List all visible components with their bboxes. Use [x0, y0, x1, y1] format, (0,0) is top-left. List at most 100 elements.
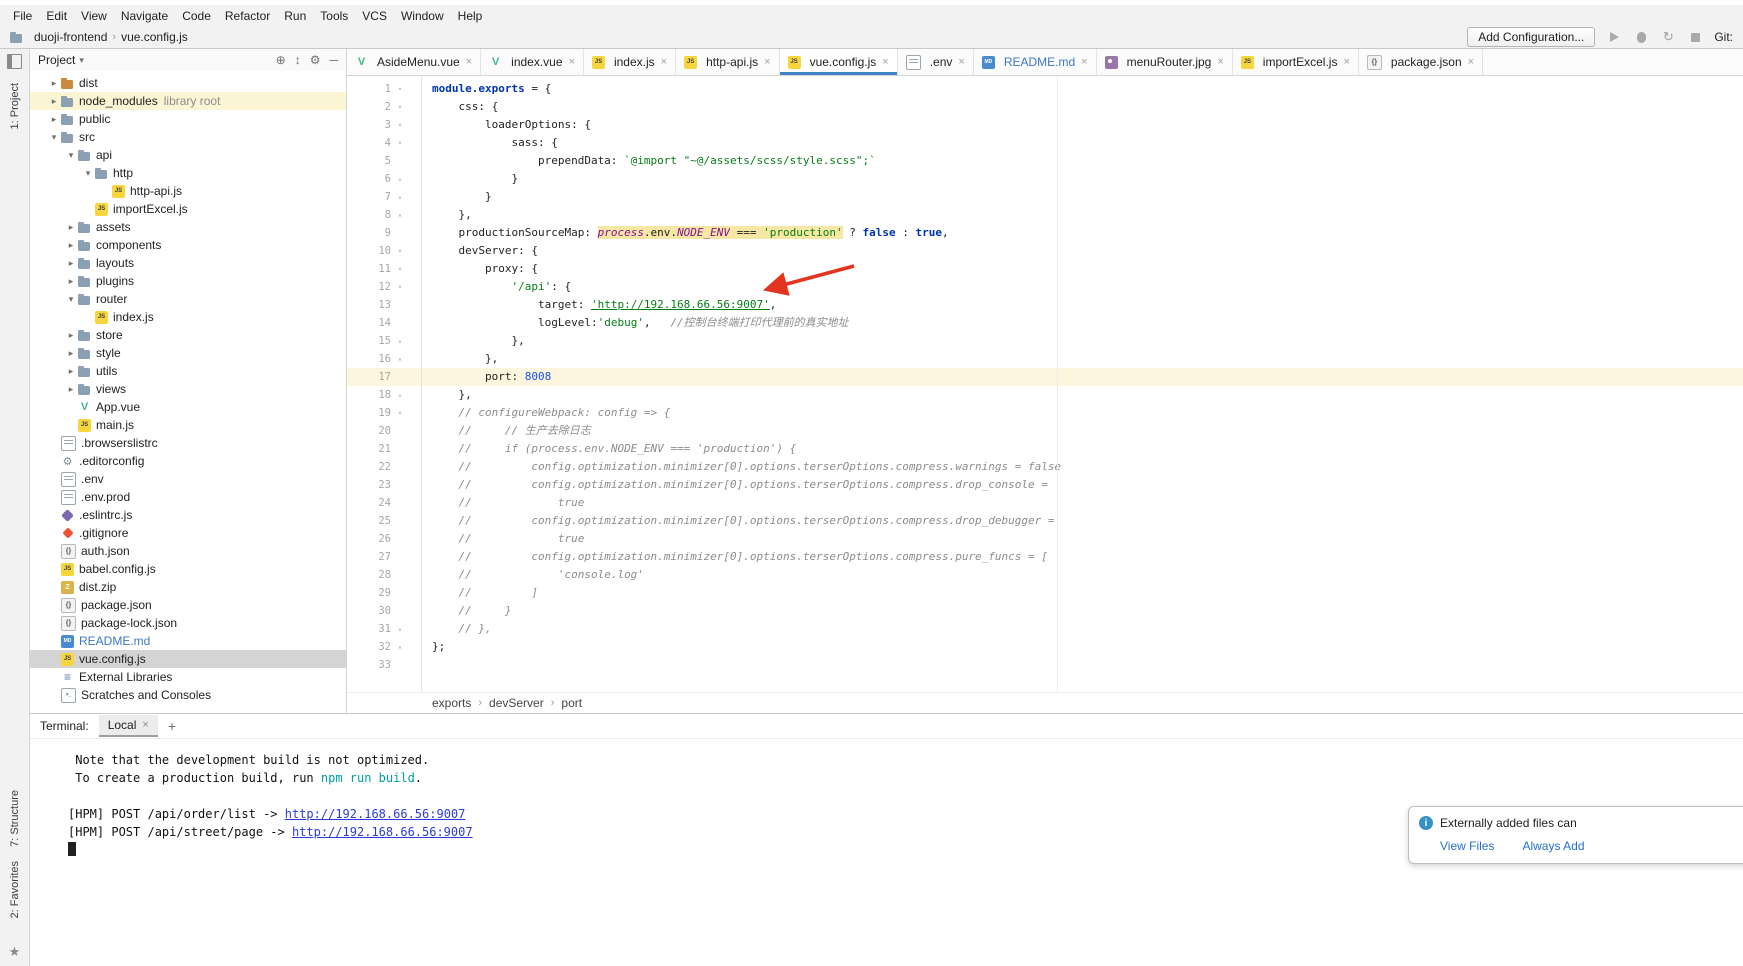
line-number[interactable]: 25 — [347, 515, 391, 527]
tree-item-.gitignore[interactable]: .gitignore — [30, 524, 346, 542]
tree-item-.env.prod[interactable]: .env.prod — [30, 488, 346, 506]
line-number[interactable]: 30 — [347, 605, 391, 617]
editor-tab-index.js[interactable]: index.js× — [584, 49, 676, 75]
chevron-right-icon[interactable]: ▸ — [64, 240, 78, 251]
line-number[interactable]: 32 — [347, 641, 391, 653]
tree-item-utils[interactable]: ▸utils — [30, 362, 346, 380]
editor-tab-vue.config.js[interactable]: vue.config.js× — [780, 49, 898, 75]
tree-item-scratches-and-consoles[interactable]: Scratches and Consoles — [30, 686, 346, 704]
tree-item-importexcel.js[interactable]: importExcel.js — [30, 200, 346, 218]
view-files-link[interactable]: View Files — [1440, 839, 1494, 853]
tree-item-external-libraries[interactable]: External Libraries — [30, 668, 346, 686]
close-icon[interactable]: × — [142, 719, 148, 731]
locate-file-icon[interactable]: ⊕ — [276, 53, 286, 67]
project-tool-window-icon[interactable] — [7, 54, 22, 69]
tree-item-views[interactable]: ▸views — [30, 380, 346, 398]
line-number[interactable]: 28 — [347, 569, 391, 581]
chevron-down-icon[interactable]: ▾ — [79, 55, 84, 66]
menu-item-refactor[interactable]: Refactor — [218, 9, 277, 23]
close-icon[interactable]: × — [882, 56, 888, 68]
fold-close-icon[interactable]: ▴ — [391, 391, 409, 399]
line-number[interactable]: 29 — [347, 587, 391, 599]
close-icon[interactable]: × — [1217, 56, 1223, 68]
code-editor[interactable]: 1▾2▾3▾4▾56▴7▴8▴910▾11▾12▾131415▴16▴1718▴… — [347, 76, 1743, 692]
tree-item-style[interactable]: ▸style — [30, 344, 346, 362]
close-icon[interactable]: × — [569, 56, 575, 68]
editor-tab-importexcel.js[interactable]: importExcel.js× — [1233, 49, 1359, 75]
fold-open-icon[interactable]: ▾ — [391, 103, 409, 111]
menu-item-edit[interactable]: Edit — [39, 9, 74, 23]
tree-item-.browserslistrc[interactable]: .browserslistrc — [30, 434, 346, 452]
tree-item-.eslintrc.js[interactable]: .eslintrc.js — [30, 506, 346, 524]
tree-item-http[interactable]: ▾http — [30, 164, 346, 182]
chevron-right-icon[interactable]: ▸ — [47, 96, 61, 107]
tree-item-babel.config.js[interactable]: babel.config.js — [30, 560, 346, 578]
tree-item-http-api.js[interactable]: http-api.js — [30, 182, 346, 200]
chevron-right-icon[interactable]: ▸ — [64, 222, 78, 233]
chevron-down-icon[interactable]: ▾ — [47, 132, 61, 143]
rerun-icon[interactable]: ↻ — [1660, 29, 1676, 45]
line-number[interactable]: 22 — [347, 461, 391, 473]
tree-item-index.js[interactable]: index.js — [30, 308, 346, 326]
close-icon[interactable]: × — [1468, 56, 1474, 68]
tree-item-main.js[interactable]: main.js — [30, 416, 346, 434]
tree-item-public[interactable]: ▸public — [30, 110, 346, 128]
fold-open-icon[interactable]: ▾ — [391, 265, 409, 273]
tool-window-button-2-favorites[interactable]: 2: Favorites — [9, 861, 21, 918]
line-number[interactable]: 15 — [347, 335, 391, 347]
editor-tab-asidemenu.vue[interactable]: AsideMenu.vue× — [347, 49, 481, 75]
tree-item-readme.md[interactable]: README.md — [30, 632, 346, 650]
line-number[interactable]: 26 — [347, 533, 391, 545]
menu-item-file[interactable]: File — [6, 9, 39, 23]
line-number[interactable]: 20 — [347, 425, 391, 437]
fold-open-icon[interactable]: ▾ — [391, 409, 409, 417]
fold-close-icon[interactable]: ▴ — [391, 337, 409, 345]
close-icon[interactable]: × — [661, 56, 667, 68]
hide-panel-icon[interactable]: ─ — [329, 53, 338, 67]
menu-item-tools[interactable]: Tools — [313, 9, 355, 23]
debug-icon[interactable] — [1633, 29, 1649, 45]
menu-item-vcs[interactable]: VCS — [355, 9, 394, 23]
line-number[interactable]: 16 — [347, 353, 391, 365]
chevron-down-icon[interactable]: ▾ — [64, 294, 78, 305]
chevron-right-icon[interactable]: ▸ — [47, 78, 61, 89]
line-number[interactable]: 1 — [347, 83, 391, 95]
line-number[interactable]: 9 — [347, 227, 391, 239]
chevron-down-icon[interactable]: ▾ — [64, 150, 78, 161]
chevron-right-icon[interactable]: ▸ — [64, 330, 78, 341]
fold-open-icon[interactable]: ▾ — [391, 85, 409, 93]
tool-window-button-1-project[interactable]: 1: Project — [9, 83, 21, 129]
editor-tab-readme.md[interactable]: README.md× — [974, 49, 1097, 75]
chevron-right-icon[interactable]: ▸ — [64, 348, 78, 359]
project-panel-title[interactable]: Project — [38, 53, 75, 67]
line-number[interactable]: 7 — [347, 191, 391, 203]
chevron-right-icon[interactable]: ▸ — [64, 276, 78, 287]
line-number[interactable]: 12 — [347, 281, 391, 293]
fold-open-icon[interactable]: ▾ — [391, 121, 409, 129]
line-number[interactable]: 5 — [347, 155, 391, 167]
tree-item-store[interactable]: ▸store — [30, 326, 346, 344]
line-number[interactable]: 27 — [347, 551, 391, 563]
breadcrumb-item-duoji-frontend[interactable]: duoji-frontend — [34, 30, 107, 44]
fold-close-icon[interactable]: ▴ — [391, 193, 409, 201]
tree-item-dist[interactable]: ▸dist — [30, 74, 346, 92]
fold-close-icon[interactable]: ▴ — [391, 643, 409, 651]
close-icon[interactable]: × — [764, 56, 770, 68]
tree-item-dist.zip[interactable]: dist.zip — [30, 578, 346, 596]
tree-item-plugins[interactable]: ▸plugins — [30, 272, 346, 290]
menu-item-help[interactable]: Help — [451, 9, 490, 23]
chevron-down-icon[interactable]: ▾ — [81, 168, 95, 179]
tree-item-package.json[interactable]: package.json — [30, 596, 346, 614]
chevron-right-icon[interactable]: ▸ — [64, 366, 78, 377]
menu-item-run[interactable]: Run — [277, 9, 313, 23]
fold-close-icon[interactable]: ▴ — [391, 211, 409, 219]
menu-item-code[interactable]: Code — [175, 9, 218, 23]
line-number[interactable]: 14 — [347, 317, 391, 329]
line-number[interactable]: 24 — [347, 497, 391, 509]
settings-gear-icon[interactable]: ⚙ — [310, 53, 321, 67]
menu-item-view[interactable]: View — [74, 9, 114, 23]
tree-item-src[interactable]: ▾src — [30, 128, 346, 146]
code-breadcrumb-devserver[interactable]: devServer — [489, 696, 544, 710]
editor-tab-menurouter.jpg[interactable]: menuRouter.jpg× — [1097, 49, 1233, 75]
fold-close-icon[interactable]: ▴ — [391, 625, 409, 633]
